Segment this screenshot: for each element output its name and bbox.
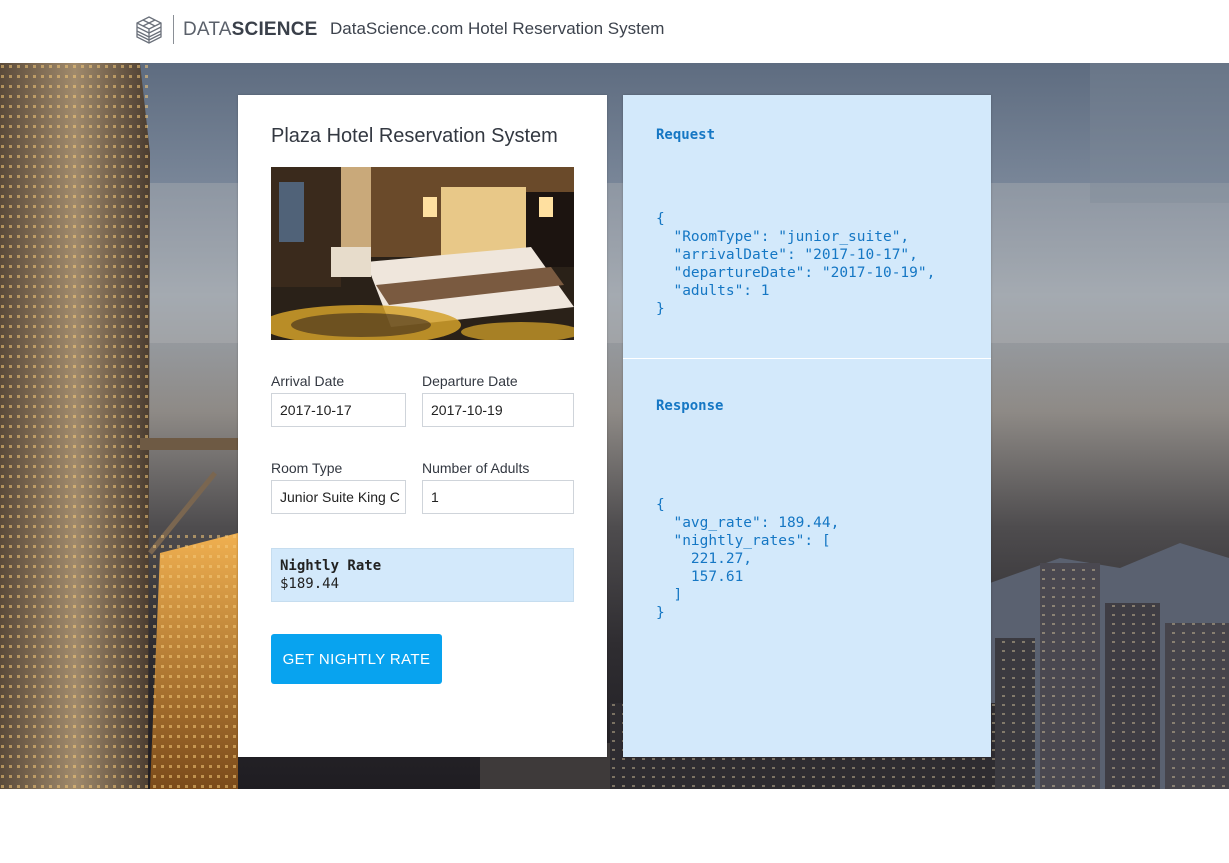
panel-divider bbox=[623, 358, 991, 359]
logo-text-light: DATA bbox=[183, 19, 232, 40]
reservation-title: Plaza Hotel Reservation System bbox=[271, 125, 558, 147]
request-json: { "RoomType": "junior_suite", "arrivalDa… bbox=[656, 211, 936, 317]
departure-date-input[interactable]: 2017-10-19 bbox=[422, 393, 574, 427]
city-skyline-illustration bbox=[0, 63, 1229, 789]
hotel-room-photo bbox=[271, 167, 574, 340]
cube-logo-icon bbox=[136, 16, 162, 44]
response-heading: Response bbox=[656, 398, 724, 414]
arrival-date-input[interactable]: 2017-10-17 bbox=[271, 393, 406, 427]
response-json: { "avg_rate": 189.44, "nightly_rates": [… bbox=[656, 497, 840, 621]
room-type-label: Room Type bbox=[271, 460, 343, 476]
adults-label: Number of Adults bbox=[422, 460, 530, 476]
adults-input[interactable]: 1 bbox=[422, 480, 574, 514]
nightly-rate-box: Nightly Rate $189.44 bbox=[271, 548, 574, 602]
brand-logo[interactable]: DATASCIENCE bbox=[183, 19, 318, 41]
nightly-rate-value: $189.44 bbox=[280, 576, 340, 592]
request-heading: Request bbox=[656, 127, 716, 143]
get-nightly-rate-button[interactable]: GET NIGHTLY RATE bbox=[271, 634, 442, 684]
city-background-image bbox=[0, 63, 1229, 789]
logo-divider bbox=[173, 15, 174, 44]
site-title: DataScience.com Hotel Reservation System bbox=[330, 19, 665, 38]
logo-text-bold: SCIENCE bbox=[231, 19, 318, 40]
api-panel: Request { "RoomType": "junior_suite", "a… bbox=[623, 95, 991, 757]
room-type-select[interactable]: Junior Suite King C bbox=[271, 480, 406, 514]
arrival-date-label: Arrival Date bbox=[271, 373, 345, 389]
reservation-card: Plaza Hotel Reservation System Arrival D… bbox=[238, 95, 607, 757]
top-header: DATASCIENCE DataScience.com Hotel Reserv… bbox=[0, 0, 1229, 63]
nightly-rate-title: Nightly Rate bbox=[280, 558, 382, 574]
departure-date-label: Departure Date bbox=[422, 373, 518, 389]
